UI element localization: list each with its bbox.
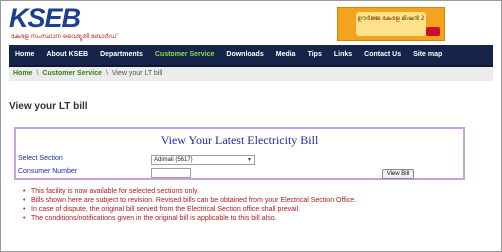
banner-badge	[426, 27, 440, 36]
logo-tagline: കേരള സംസ്ഥാന വൈദ്യുതി ബോർഡ്	[11, 33, 117, 40]
nav-site-map[interactable]: Site map	[407, 45, 448, 65]
form-heading: View Your Latest Electricity Bill	[160, 133, 319, 147]
breadcrumb-separator: \	[36, 70, 39, 77]
breadcrumb-home[interactable]: Home	[13, 67, 32, 81]
consumer-number-label: Consumer Number	[18, 168, 78, 175]
section-select[interactable]: Adimali (5617) ▼	[151, 155, 255, 165]
note-item: In case of dispute, the original bill se…	[23, 205, 356, 214]
page: KSEB കേരള സംസ്ഥാന വൈദ്യുതി ബോർഡ് ഊർജ്ജ ക…	[0, 0, 502, 252]
nav-contact-us[interactable]: Contact Us	[358, 45, 407, 65]
nav-downloads[interactable]: Downloads	[220, 45, 269, 65]
kseb-logo[interactable]: KSEB കേരള സംസ്ഥാന വൈദ്യുതി ബോർഡ്	[9, 3, 117, 41]
breadcrumb: Home \ Customer Service \ View your LT b…	[9, 67, 493, 81]
page-title: View your LT bill	[9, 101, 88, 112]
chevron-down-icon: ▼	[247, 157, 252, 163]
promo-banner[interactable]: ഊർജ്ജ കേരള മിഷൻ 2	[337, 7, 445, 41]
section-label: Select Section	[18, 155, 63, 162]
breadcrumb-separator: \	[105, 70, 108, 77]
breadcrumb-customer-service[interactable]: Customer Service	[42, 67, 102, 81]
view-bill-button[interactable]: View Bill	[382, 169, 414, 179]
section-select-value: Adimali (5617)	[154, 157, 193, 163]
nav-customer-service[interactable]: Customer Service	[149, 45, 221, 65]
nav-media[interactable]: Media	[270, 45, 302, 65]
note-item: The conditions/notifications given in th…	[23, 214, 356, 223]
banner-text: ഊർജ്ജ കേരള മിഷൻ 2	[356, 12, 426, 36]
bill-form: View Your Latest Electricity Bill Select…	[14, 127, 465, 180]
breadcrumb-current: View your LT bill	[111, 70, 163, 77]
nav-departments[interactable]: Departments	[94, 45, 149, 65]
logo-text: KSEB	[9, 3, 81, 33]
nav-home[interactable]: Home	[9, 45, 40, 65]
note-item: This facility is now available for selec…	[23, 187, 356, 196]
nav-tips[interactable]: Tips	[302, 45, 328, 65]
nav-links[interactable]: Links	[328, 45, 358, 65]
note-item: Bills shown here are subject to revision…	[23, 196, 356, 205]
notes-list: This facility is now available for selec…	[23, 187, 356, 223]
main-nav: Home About KSEB Departments Customer Ser…	[9, 45, 493, 67]
consumer-number-input[interactable]	[151, 168, 191, 178]
nav-about-kseb[interactable]: About KSEB	[40, 45, 94, 65]
